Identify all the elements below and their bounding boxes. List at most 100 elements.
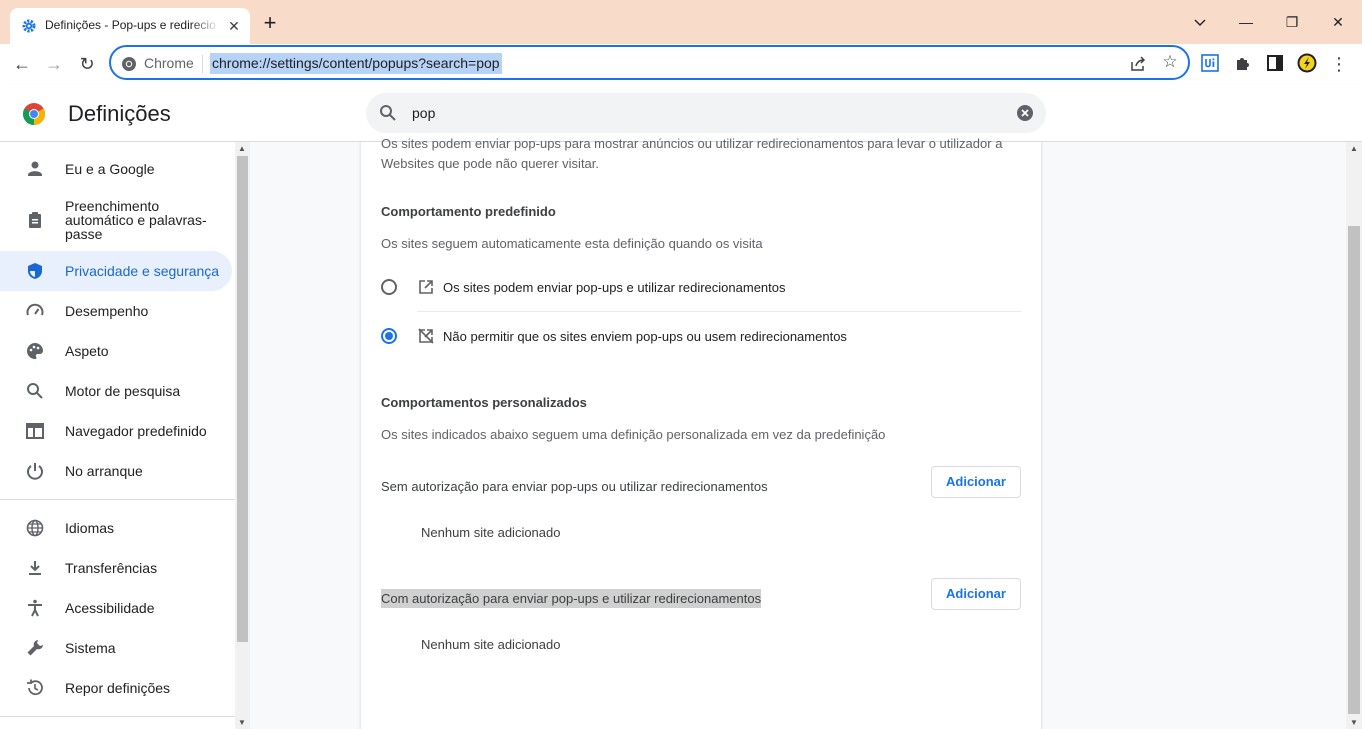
search-query[interactable]: pop — [412, 105, 435, 121]
settings-search-input[interactable]: pop — [366, 93, 1046, 133]
sidebar-item-you-and-google[interactable]: Eu e a Google — [0, 149, 232, 189]
sidebar-item-label: Preenchimento automático e palavras-pass… — [65, 198, 207, 242]
address-separator — [202, 55, 203, 73]
blocked-list-empty: Nenhum site adicionado — [421, 525, 561, 540]
default-behavior-subtitle: Os sites seguem automaticamente esta def… — [381, 236, 763, 251]
reload-button[interactable]: ↻ — [75, 52, 99, 76]
custom-behavior-subtitle: Os sites indicados abaixo seguem uma def… — [381, 427, 886, 442]
sidebar-item-system[interactable]: Sistema — [0, 628, 232, 668]
settings-sidebar: Eu e a Google Preenchimento automático e… — [0, 142, 236, 729]
profile-avatar[interactable] — [1297, 53, 1317, 73]
sidebar-item-reset[interactable]: Repor definições — [0, 668, 232, 708]
close-window-button[interactable]: ✕ — [1328, 12, 1348, 32]
sidebar-item-label: Acessibilidade — [65, 600, 155, 616]
open-in-new-icon — [419, 280, 433, 294]
scroll-down-arrow-icon[interactable]: ▼ — [238, 718, 246, 727]
allowed-list-label: Com autorização para enviar pop-ups e ut… — [381, 589, 762, 608]
custom-behavior-title: Comportamentos personalizados — [381, 395, 587, 410]
browser-icon — [26, 423, 44, 439]
palette-icon — [27, 343, 43, 359]
description-line-2: Websites que pode não querer visitar. — [381, 156, 600, 171]
sidebar-item-label: Navegador predefinido — [65, 423, 207, 439]
person-icon — [28, 161, 42, 176]
sidebar-item-performance[interactable]: Desempenho — [0, 291, 232, 331]
sidebar-item-search-engine[interactable]: Motor de pesquisa — [0, 371, 232, 411]
sidebar-item-label: Sistema — [65, 640, 116, 656]
extensions-puzzle-icon[interactable] — [1233, 53, 1253, 73]
option-divider — [417, 311, 1021, 312]
sidebar-item-on-startup[interactable]: No arranque — [0, 451, 232, 491]
shield-icon — [28, 263, 42, 279]
menu-kebab-icon[interactable]: ⋮ — [1327, 52, 1351, 76]
allow-popups-radio[interactable] — [381, 279, 397, 295]
description-line-1: Os sites podem enviar pop-ups para mostr… — [381, 136, 1003, 151]
sidebar-item-privacy[interactable]: Privacidade e segurança — [0, 251, 232, 291]
blocked-list-label: Sem autorização para enviar pop-ups ou u… — [381, 479, 768, 494]
bookmark-star-icon[interactable]: ☆ — [1160, 52, 1180, 72]
uipath-extension-icon[interactable] — [1200, 53, 1220, 73]
wrench-icon — [27, 640, 43, 656]
browser-tab[interactable]: Definições - Pop-ups e redirecio ✕ — [10, 8, 250, 44]
title-bar: Definições - Pop-ups e redirecio ✕ + — ❐… — [0, 0, 1362, 44]
tab-search-icon[interactable] — [1190, 12, 1210, 32]
sidebar-item-default-browser[interactable]: Navegador predefinido — [0, 411, 232, 451]
power-icon — [27, 463, 43, 480]
close-tab-icon[interactable]: ✕ — [226, 18, 242, 34]
sidebar-scrollbar[interactable]: ▲ ▼ — [235, 142, 250, 729]
minimize-button[interactable]: — — [1236, 12, 1256, 32]
scroll-up-arrow-icon[interactable]: ▲ — [238, 144, 246, 153]
sidebar-item-label: Desempenho — [65, 303, 149, 319]
default-behavior-title: Comportamento predefinido — [381, 204, 556, 219]
clear-search-icon[interactable] — [1016, 104, 1034, 122]
sidebar-item-label: Motor de pesquisa — [65, 383, 181, 399]
add-blocked-site-button[interactable]: Adicionar — [931, 466, 1021, 498]
sidebar-item-label: Transferências — [65, 560, 158, 576]
sidebar-item-downloads[interactable]: Transferências — [0, 548, 232, 588]
globe-icon — [26, 519, 44, 537]
sidebar-item-label: Idiomas — [65, 520, 115, 536]
block-popups-radio[interactable] — [381, 328, 397, 344]
add-allowed-site-button[interactable]: Adicionar — [931, 578, 1021, 610]
sidebar-scroll-thumb[interactable] — [237, 156, 248, 642]
history-icon — [27, 679, 43, 696]
new-tab-button[interactable]: + — [260, 12, 280, 34]
sidebar-item-accessibility[interactable]: Acessibilidade — [0, 588, 232, 628]
share-icon[interactable] — [1128, 54, 1148, 74]
sidebar-item-label: Aspeto — [65, 343, 109, 359]
clipboard-icon — [29, 212, 41, 228]
search-icon — [380, 105, 396, 121]
allowed-list-empty: Nenhum site adicionado — [421, 637, 561, 652]
chrome-site-icon — [122, 57, 136, 71]
search-icon — [27, 383, 43, 399]
sidebar-item-appearance[interactable]: Aspeto — [0, 331, 232, 371]
scroll-down-arrow-icon[interactable]: ▼ — [1350, 718, 1358, 727]
sidebar-bottom-divider — [0, 716, 236, 717]
allow-popups-option[interactable]: Os sites podem enviar pop-ups e utilizar… — [381, 265, 1021, 313]
main-scroll-thumb[interactable] — [1348, 226, 1360, 714]
sidebar-item-label: Eu e a Google — [65, 161, 155, 177]
site-label: Chrome — [144, 55, 194, 71]
block-popups-option[interactable]: Não permitir que os sites enviem pop-ups… — [381, 314, 1021, 362]
popup-blocked-icon — [418, 328, 434, 344]
sidebar-item-autofill[interactable]: Preenchimento automático e palavras-pass… — [0, 198, 232, 242]
main-scrollbar[interactable]: ▲ ▼ — [1346, 142, 1362, 729]
chrome-logo-icon — [23, 103, 45, 125]
sidebar-item-label: Privacidade e segurança — [65, 263, 220, 279]
gear-icon — [22, 19, 36, 33]
block-popups-label: Não permitir que os sites enviem pop-ups… — [443, 329, 847, 344]
scroll-up-arrow-icon[interactable]: ▲ — [1350, 144, 1358, 153]
browser-toolbar: ← → ↻ Chrome chrome://settings/content/p… — [0, 44, 1362, 84]
allow-popups-label: Os sites podem enviar pop-ups e utilizar… — [443, 280, 786, 295]
url-text[interactable]: chrome://settings/content/popups?search=… — [210, 53, 502, 74]
address-bar[interactable]: Chrome chrome://settings/content/popups?… — [109, 45, 1190, 80]
download-icon — [29, 561, 41, 575]
back-button[interactable]: ← — [10, 52, 34, 76]
sidebar-divider — [0, 499, 236, 500]
speedometer-icon — [26, 303, 44, 316]
tab-title-fade — [190, 14, 220, 38]
maximize-button[interactable]: ❐ — [1282, 12, 1302, 32]
sidebar-item-languages[interactable]: Idiomas — [0, 508, 232, 548]
forward-button[interactable]: → — [42, 52, 66, 76]
popups-settings-card: Os sites podem enviar pop-ups para mostr… — [360, 136, 1042, 729]
side-panel-icon[interactable] — [1265, 53, 1285, 73]
